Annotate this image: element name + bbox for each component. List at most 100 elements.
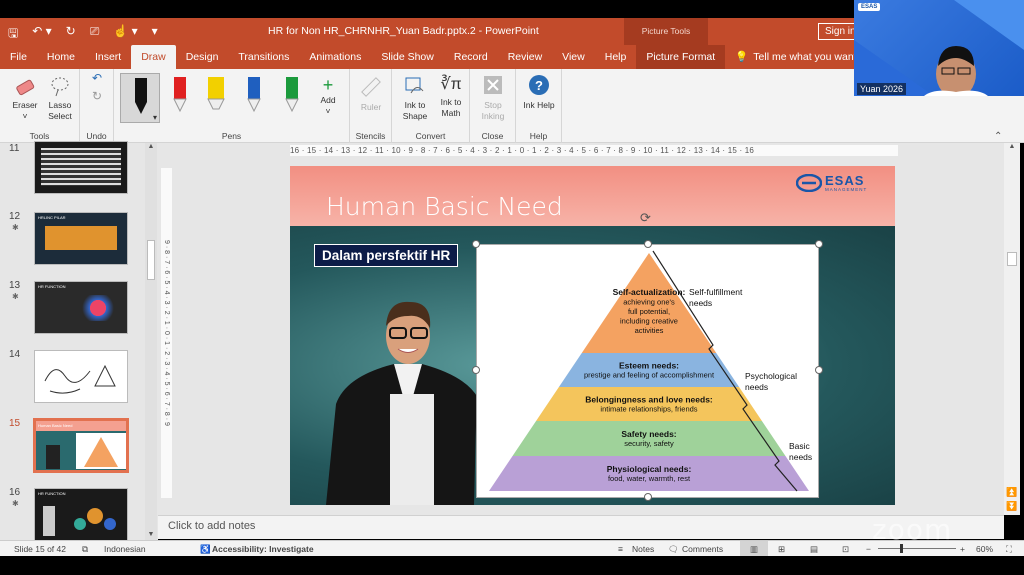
editor-scrollbar[interactable]: ▲ ⏫ ⏬ xyxy=(1004,143,1020,515)
ink-to-math-label: Ink to Math xyxy=(440,97,462,118)
stop-inking-label: Stop Inking xyxy=(481,100,505,121)
slide-title[interactable]: Human Basic Need xyxy=(326,192,563,221)
vertical-ruler: 9 · 8 · 7 · 6 · 5 · 4 · 3 · 2 · 1 · 0 · … xyxy=(161,168,172,498)
language-indicator[interactable]: Indonesian xyxy=(104,544,146,554)
tab-insert[interactable]: Insert xyxy=(85,45,131,69)
scroll-thumb[interactable] xyxy=(147,240,155,280)
tab-home[interactable]: Home xyxy=(37,45,85,69)
tab-transitions[interactable]: Transitions xyxy=(228,45,299,69)
tab-record[interactable]: Record xyxy=(444,45,498,69)
slide-thumbnail-16[interactable]: HR FUNCTION xyxy=(34,488,128,541)
slide-canvas[interactable]: Human Basic Need ESAS MANAGEMENT Dalam p… xyxy=(290,166,895,505)
comments-icon: 🗨 xyxy=(668,544,679,554)
thumb-title: HRLINC PILAR xyxy=(38,215,66,220)
resize-handle[interactable] xyxy=(472,240,480,248)
slide-thumbnail-14[interactable] xyxy=(34,350,128,403)
zoom-level[interactable]: 60% xyxy=(976,544,993,554)
pen-red-icon[interactable] xyxy=(168,75,192,115)
maslow-pyramid-image[interactable]: Self-actualization: achieving one's full p… xyxy=(476,244,819,498)
group-pens: ▾ + Add ˅ Pens xyxy=(114,69,350,143)
tab-view[interactable]: View xyxy=(552,45,595,69)
resize-handle[interactable] xyxy=(815,240,823,248)
tab-animations[interactable]: Animations xyxy=(299,45,371,69)
scroll-thumb[interactable] xyxy=(1007,252,1017,266)
thumb-title: HR FUNCTION xyxy=(38,491,66,496)
zoom-slider-track[interactable] xyxy=(878,548,956,549)
tab-review[interactable]: Review xyxy=(498,45,552,69)
thumb-number: 11 xyxy=(9,143,20,154)
slide-subtitle[interactable]: Dalam persfektif HR xyxy=(314,244,459,267)
context-label: Picture Tools xyxy=(624,18,708,45)
stop-inking-button[interactable]: Stop Inking xyxy=(474,73,512,122)
pyramid-level-text: prestige and feeling of accomplishment xyxy=(584,371,715,380)
previous-slide-icon[interactable]: ⏫ xyxy=(1004,488,1020,497)
slide-thumbnail-12[interactable]: HRLINC PILAR xyxy=(34,212,128,265)
eraser-button[interactable]: Eraser ˅ xyxy=(10,75,40,122)
save-icon[interactable]: 🖫 xyxy=(8,24,18,45)
customize-icon[interactable]: ▾ xyxy=(152,24,158,45)
resize-handle[interactable] xyxy=(644,240,652,248)
pen-black-selected[interactable]: ▾ xyxy=(120,73,160,123)
tab-picture-format[interactable]: Picture Format xyxy=(636,45,726,69)
spellcheck-icon[interactable]: ⧉ xyxy=(82,544,88,555)
collapse-ribbon-icon[interactable]: ⌃ xyxy=(994,131,1002,142)
tab-draw[interactable]: Draw xyxy=(131,45,176,69)
tab-help[interactable]: Help xyxy=(595,45,637,69)
slide-sorter-icon[interactable]: ⊞ xyxy=(778,544,785,555)
group-label-undo: Undo xyxy=(86,131,107,141)
scroll-up-icon[interactable]: ▲ xyxy=(1004,143,1020,150)
scroll-down-icon[interactable]: ▼ xyxy=(145,531,157,538)
slide-thumbnail-13[interactable]: HR FUNCTION xyxy=(34,281,128,334)
scroll-up-icon[interactable]: ▲ xyxy=(145,143,157,150)
ink-to-math-button[interactable]: ∛π Ink to Math xyxy=(434,73,468,119)
pyramid-level-title: Self-actualization: xyxy=(613,287,686,297)
logo-word: ESAS xyxy=(825,172,865,188)
svg-text:▾: ▾ xyxy=(153,113,157,122)
add-pen-button[interactable]: + Add ˅ xyxy=(314,75,342,117)
fit-slide-icon[interactable]: ⛶ xyxy=(1006,544,1012,555)
slide-thumbnail-11[interactable] xyxy=(34,141,128,194)
esas-logo-text: ESAS MANAGEMENT xyxy=(825,172,867,192)
redo-ink-icon[interactable]: ↻ xyxy=(90,90,104,102)
ruler-button[interactable]: Ruler xyxy=(354,75,388,113)
pyramid-level-text: full potential, xyxy=(628,307,670,316)
highlighter-yellow-icon[interactable] xyxy=(204,75,228,115)
redo-icon[interactable]: ↻ xyxy=(66,24,76,45)
notes-button[interactable]: Notes xyxy=(632,544,654,554)
resize-handle[interactable] xyxy=(815,366,823,374)
zoom-out-icon[interactable]: − xyxy=(866,544,871,554)
reading-view-icon[interactable]: ▤ xyxy=(810,544,818,555)
touch-mode-icon[interactable]: ☝ ▾ xyxy=(113,24,137,45)
slide-thumbnail-panel: 11 12 ✱ HRLINC PILAR 13 ✱ HR FUNCTION 14… xyxy=(0,141,158,541)
undo-ink-icon[interactable]: ↶ xyxy=(90,72,104,84)
pyramid-level-title: Safety needs: xyxy=(621,429,676,439)
tab-design[interactable]: Design xyxy=(176,45,229,69)
group-label-close: Close xyxy=(481,131,504,141)
group-help: ? Ink Help Help xyxy=(516,69,562,143)
pyramid-level-text: achieving one's xyxy=(623,298,675,307)
ink-to-shape-button[interactable]: Ink to Shape xyxy=(398,73,432,122)
zoom-in-icon[interactable]: + xyxy=(960,544,965,554)
pen-blue-icon[interactable] xyxy=(242,75,266,115)
pen-green-icon[interactable] xyxy=(280,75,304,115)
ink-help-button[interactable]: ? Ink Help xyxy=(520,73,558,111)
comments-button[interactable]: Comments xyxy=(682,544,723,554)
pyramid-bracket-label: Basic xyxy=(789,441,811,451)
slideshow-icon[interactable]: ⊡ xyxy=(842,544,849,555)
rotate-handle-icon[interactable]: ⟳ xyxy=(640,210,651,226)
slide-thumbnail-15-selected[interactable]: Human Basic Need xyxy=(33,418,129,473)
window-title: HR for Non HR_CHRNHR_Yuan Badr.pptx.2 - … xyxy=(268,25,539,37)
resize-handle[interactable] xyxy=(644,493,652,501)
next-slide-icon[interactable]: ⏬ xyxy=(1004,502,1020,511)
thumbnail-scrollbar[interactable]: ▲ ▼ xyxy=(145,143,157,540)
pyramid-level-title: Esteem needs: xyxy=(619,361,679,371)
present-icon[interactable]: ⎚ xyxy=(90,24,100,45)
accessibility-status[interactable]: Accessibility: Investigate xyxy=(212,544,314,554)
undo-icon[interactable]: ↶ ▾ xyxy=(32,24,51,45)
tab-slide-show[interactable]: Slide Show xyxy=(371,45,444,69)
thumb-content xyxy=(75,295,121,321)
tab-file[interactable]: File xyxy=(0,45,37,69)
resize-handle[interactable] xyxy=(472,366,480,374)
lasso-select-button[interactable]: Lasso Select xyxy=(44,75,76,122)
thumb-circles xyxy=(43,506,116,536)
